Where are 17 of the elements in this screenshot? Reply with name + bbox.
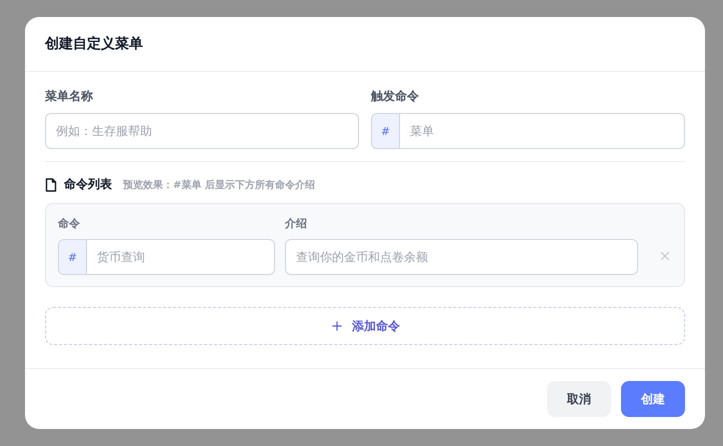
command-field[interactable]: # 货币查询 [58,239,275,275]
cancel-button[interactable]: 取消 [547,381,611,417]
document-icon [45,178,57,192]
trigger-field[interactable]: # 菜单 [371,113,685,149]
create-button[interactable]: 创建 [621,381,685,417]
field-label: 命令 [58,216,81,231]
dialog-title: 创建自定义菜单 [45,35,143,53]
menu-name-field[interactable]: 例如：生存服帮助 [45,113,359,149]
plus-icon [330,319,344,333]
preview-hint: 预览效果：#菜单 后显示下方所有命令介绍 [123,178,315,192]
intro-field[interactable]: 查询你的金币和点卷余额 [285,239,638,275]
field-label: 菜单名称 [45,88,94,105]
add-command-button[interactable]: 添加命令 [45,307,685,345]
close-button[interactable] [658,249,672,263]
field-label: 介绍 [285,216,308,231]
section-title: 命令列表 [64,176,112,193]
field-label: 触发命令 [371,88,420,105]
